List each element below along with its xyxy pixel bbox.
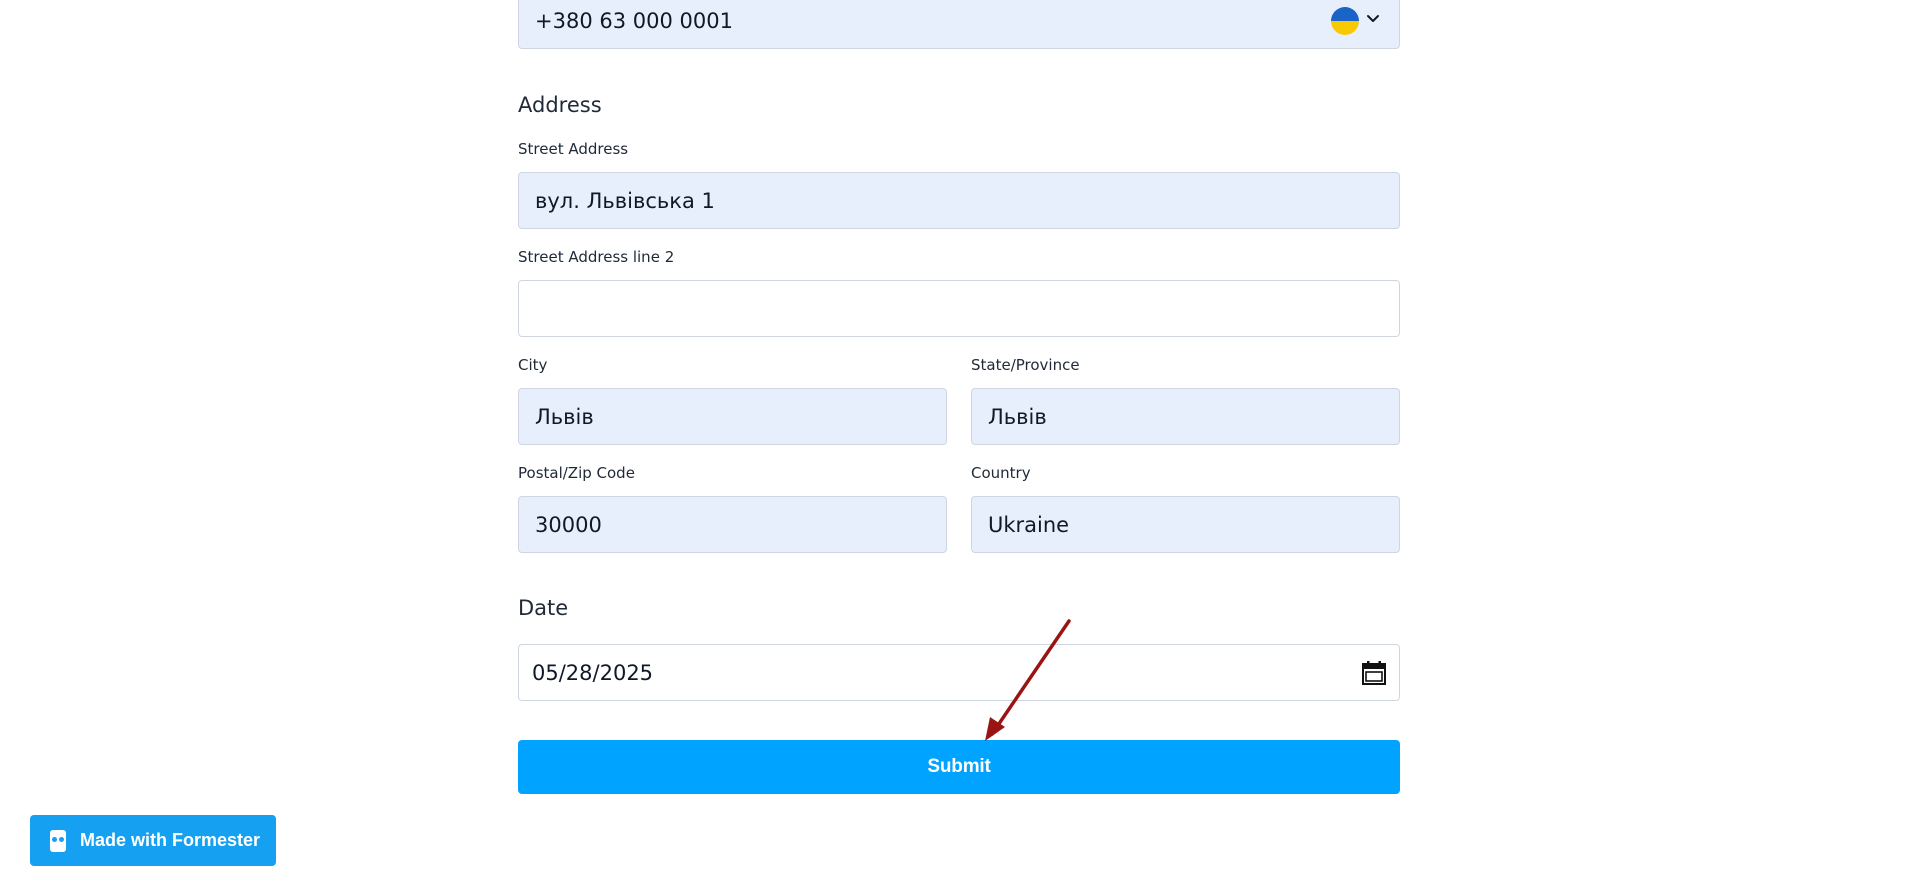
- state-province-input[interactable]: Львів: [971, 388, 1400, 445]
- date-input[interactable]: 05/28/2025: [518, 644, 1400, 701]
- street-address-input[interactable]: вул. Львівська 1: [518, 172, 1400, 229]
- street-address-label: Street Address: [518, 140, 629, 158]
- formester-logo-icon: [50, 829, 66, 852]
- submit-button[interactable]: Submit: [518, 740, 1400, 794]
- street-address-line2-input[interactable]: [518, 280, 1400, 337]
- address-section-title: Address: [518, 93, 602, 117]
- country-label: Country: [971, 464, 1031, 482]
- street-address-line2-label: Street Address line 2: [518, 248, 675, 266]
- ukraine-flag-icon[interactable]: [1331, 7, 1359, 35]
- made-with-formester-badge[interactable]: Made with Formester: [30, 815, 276, 866]
- postal-code-value: 30000: [535, 512, 602, 537]
- date-value: 05/28/2025: [532, 660, 654, 685]
- badge-label: Made with Formester: [80, 830, 261, 850]
- calendar-icon[interactable]: [1361, 660, 1387, 686]
- phone-value: +380 63 000 0001: [535, 8, 733, 33]
- street-address-value: вул. Львівська 1: [535, 188, 715, 213]
- chevron-down-icon[interactable]: [1363, 9, 1383, 29]
- city-label: City: [518, 356, 548, 374]
- postal-code-label: Postal/Zip Code: [518, 464, 635, 482]
- city-input[interactable]: Львів: [518, 388, 947, 445]
- city-value: Львів: [535, 404, 594, 429]
- phone-input[interactable]: +380 63 000 0001: [518, 0, 1400, 49]
- postal-code-input[interactable]: 30000: [518, 496, 947, 553]
- state-province-value: Львів: [988, 404, 1047, 429]
- date-section-title: Date: [518, 596, 569, 620]
- country-input[interactable]: Ukraine: [971, 496, 1400, 553]
- state-province-label: State/Province: [971, 356, 1080, 374]
- country-value: Ukraine: [988, 512, 1070, 537]
